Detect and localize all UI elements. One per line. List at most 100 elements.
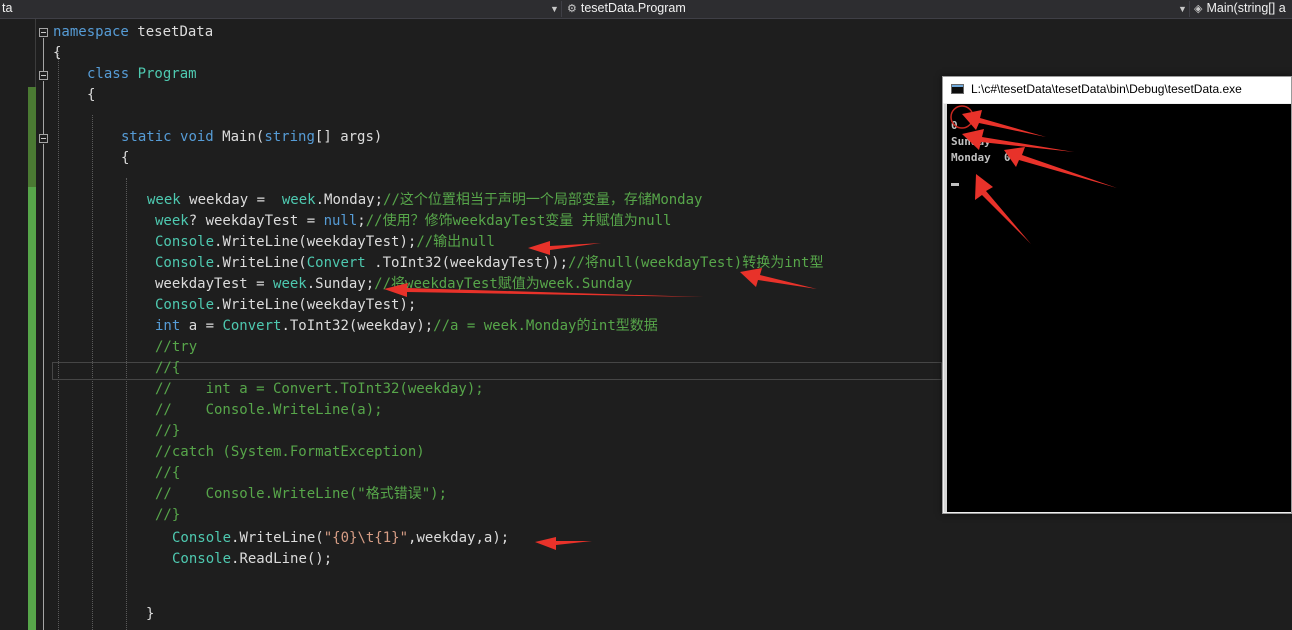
- console-title: L:\c#\tesetData\tesetData\bin\Debug\tese…: [971, 82, 1242, 96]
- code-token: //{: [155, 360, 181, 376]
- code-token: Convert: [306, 255, 366, 271]
- code-token: a =: [188, 318, 223, 334]
- code-line: static void Main(string[] args): [121, 127, 382, 148]
- class-icon: ⚙: [567, 3, 577, 15]
- code-token: //}: [155, 507, 181, 523]
- code-token: // Console.WriteLine(a);: [155, 402, 383, 418]
- code-token: .WriteLine(: [214, 255, 307, 271]
- code-token: //a = week.Monday的int型数据: [433, 318, 658, 334]
- console-output-line: Sunday: [951, 135, 991, 148]
- code-line: week? weekdayTest = null;//使用？修饰weekdayT…: [155, 211, 671, 232]
- code-token: week: [273, 276, 307, 292]
- code-line: //}: [155, 421, 180, 442]
- code-token: class: [87, 66, 138, 82]
- code-token: Convert: [222, 318, 282, 334]
- code-token: Main(: [222, 129, 265, 145]
- code-line: week weekday = week.Monday;//这个位置相当于声明一个…: [147, 190, 702, 211]
- code-token: .WriteLine(weekdayTest);: [214, 297, 417, 313]
- code-token: void: [180, 129, 223, 145]
- code-token: {: [121, 150, 130, 166]
- console-output-line: 0: [951, 119, 958, 132]
- code-line: // Console.WriteLine("格式错误");: [155, 484, 447, 505]
- code-token: //输出null: [416, 234, 495, 250]
- code-token: null: [323, 213, 358, 229]
- console-output: 0 Sunday Monday 0: [947, 104, 1291, 512]
- chevron-down-icon[interactable]: ▼: [1178, 0, 1187, 18]
- code-token: //catch (System.FormatException): [155, 444, 425, 460]
- code-token: //这个位置相当于声明一个局部变量，存储Monday: [383, 192, 703, 208]
- console-cursor: [951, 183, 959, 186]
- code-line: Console.WriteLine("{0}\t{1}",weekday,a);: [172, 528, 509, 549]
- code-token: [] args): [314, 129, 383, 145]
- code-line: }: [146, 604, 154, 625]
- code-line: // Console.WriteLine(a);: [155, 400, 383, 421]
- code-token: int: [155, 318, 189, 334]
- code-line: Console.WriteLine(Convert .ToInt32(weekd…: [155, 253, 823, 274]
- member-dropdown[interactable]: ◈ Main(string[] a: [1194, 0, 1286, 18]
- code-token: week: [281, 192, 316, 208]
- console-app-icon: [951, 84, 964, 94]
- code-token: week: [155, 213, 189, 229]
- code-line: int a = Convert.ToInt32(weekday);//a = w…: [155, 316, 658, 337]
- code-token: .WriteLine(weekdayTest);: [214, 234, 417, 250]
- console-output-line: Monday 0: [951, 151, 1011, 164]
- code-line: Console.ReadLine();: [172, 549, 332, 570]
- chevron-down-icon[interactable]: ▼: [550, 0, 559, 18]
- type-dropdown[interactable]: ⚙ tesetData.Program: [567, 0, 686, 18]
- code-line: Console.WriteLine(weekdayTest);: [155, 295, 416, 316]
- code-token: .ReadLine();: [231, 551, 333, 567]
- member-dropdown-label: Main(string[] a: [1206, 1, 1286, 15]
- code-token: .ToInt32(weekday);: [281, 318, 434, 334]
- code-token: ,weekday,a);: [408, 530, 510, 546]
- code-token: {: [53, 45, 62, 61]
- code-line: {: [121, 148, 129, 169]
- code-token: weekday =: [189, 192, 282, 208]
- code-token: //使用？修饰weekdayTest变量 并赋值为null: [365, 213, 672, 229]
- code-token: // Console.WriteLine("格式错误");: [155, 486, 448, 502]
- code-token: ? weekdayTest =: [188, 213, 324, 229]
- code-line: //try: [155, 337, 197, 358]
- project-dropdown[interactable]: ta: [2, 0, 12, 18]
- collapse-class-toggle[interactable]: [39, 71, 48, 80]
- code-token: Console: [155, 234, 215, 250]
- code-line: class Program: [87, 64, 197, 85]
- code-token: // int a = Convert.ToInt32(weekday);: [155, 381, 484, 397]
- code-token: "{0}\t{1}": [323, 530, 409, 546]
- code-token: Program: [137, 66, 197, 82]
- code-token: static: [121, 129, 181, 145]
- console-window[interactable]: L:\c#\tesetData\tesetData\bin\Debug\tese…: [942, 76, 1292, 514]
- code-token: //将null(weekdayTest)转换为int型: [568, 255, 824, 271]
- code-line: weekdayTest = week.Sunday;//将weekdayTest…: [155, 274, 632, 295]
- collapse-namespace-toggle[interactable]: [39, 28, 48, 37]
- code-line: {: [53, 43, 61, 64]
- code-token: Console: [155, 297, 215, 313]
- method-icon: ◈: [1194, 3, 1203, 15]
- code-line: namespace tesetData: [53, 22, 213, 43]
- code-token: //try: [155, 339, 198, 355]
- code-token: .Monday;: [315, 192, 384, 208]
- code-token: //将weekdayTest赋值为week.Sunday: [374, 276, 633, 292]
- code-line: {: [87, 85, 95, 106]
- code-token: .Sunday;: [306, 276, 375, 292]
- code-token: tesetData: [137, 24, 214, 40]
- code-token: //}: [155, 423, 181, 439]
- code-token: string: [264, 129, 315, 145]
- navigation-bar: ta ▼ ⚙ tesetData.Program ▼ ◈ Main(string[]…: [0, 0, 1292, 19]
- code-token: .WriteLine(: [231, 530, 324, 546]
- code-line: //}: [155, 505, 180, 526]
- code-token: //{: [155, 465, 181, 481]
- code-token: ;: [357, 213, 366, 229]
- current-line-highlight: [52, 362, 942, 380]
- code-token: Console: [172, 530, 232, 546]
- code-token: {: [87, 87, 96, 103]
- code-line: //{: [155, 358, 180, 379]
- console-titlebar[interactable]: L:\c#\tesetData\tesetData\bin\Debug\tese…: [943, 77, 1291, 103]
- code-token: week: [147, 192, 190, 208]
- code-line: // int a = Convert.ToInt32(weekday);: [155, 379, 484, 400]
- project-dropdown-label: ta: [2, 1, 13, 15]
- code-token: Console: [172, 551, 232, 567]
- code-token: weekdayTest =: [155, 276, 274, 292]
- collapse-method-toggle[interactable]: [39, 134, 48, 143]
- code-token: }: [146, 606, 155, 622]
- code-token: .ToInt32(weekdayTest));: [365, 255, 569, 271]
